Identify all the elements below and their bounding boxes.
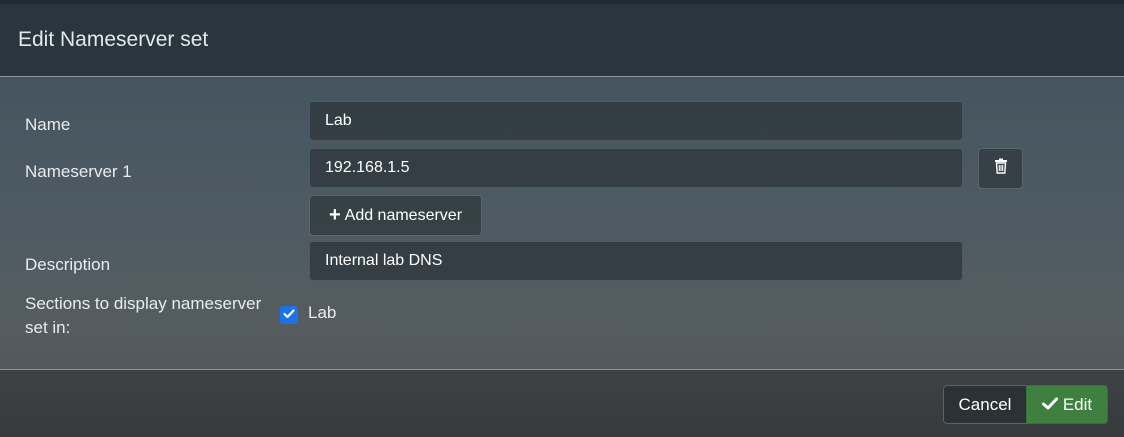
description-input[interactable]: Internal lab DNS [309,241,963,281]
checkmark-icon [1041,395,1058,415]
edit-nameserver-dialog: Edit Nameserver set Name Lab Nameserver … [0,4,1124,437]
section-lab-label: Lab [308,303,337,322]
edit-button-label: Edit [1062,394,1093,414]
cancel-button[interactable]: Cancel [943,385,1027,424]
dialog-title: Edit Nameserver set [18,28,209,51]
nameserver-1-input[interactable]: 192.168.1.5 [309,148,963,188]
edit-button[interactable]: Edit [1026,385,1108,424]
name-input[interactable]: Lab [309,101,963,141]
dialog-header: Edit Nameserver set [0,4,1124,77]
sections-label: Sections to display nameserver set in: [25,294,262,337]
section-lab-checkbox[interactable] [280,306,298,324]
add-nameserver-label: Add nameserver [344,206,463,224]
checkbox-checked-icon [283,306,295,324]
dialog-footer: Cancel Edit [0,369,1124,437]
trash-icon [994,158,1008,179]
add-nameserver-button[interactable]: + Add nameserver [309,195,482,236]
name-label: Name [25,115,71,134]
dialog-body: Name Lab Nameserver 1 192.168.1.5 + Add … [0,77,1124,369]
plus-icon: + [328,203,341,226]
delete-nameserver-button[interactable] [978,148,1023,189]
description-label: Description [25,255,111,274]
nameserver-1-label: Nameserver 1 [25,162,132,181]
